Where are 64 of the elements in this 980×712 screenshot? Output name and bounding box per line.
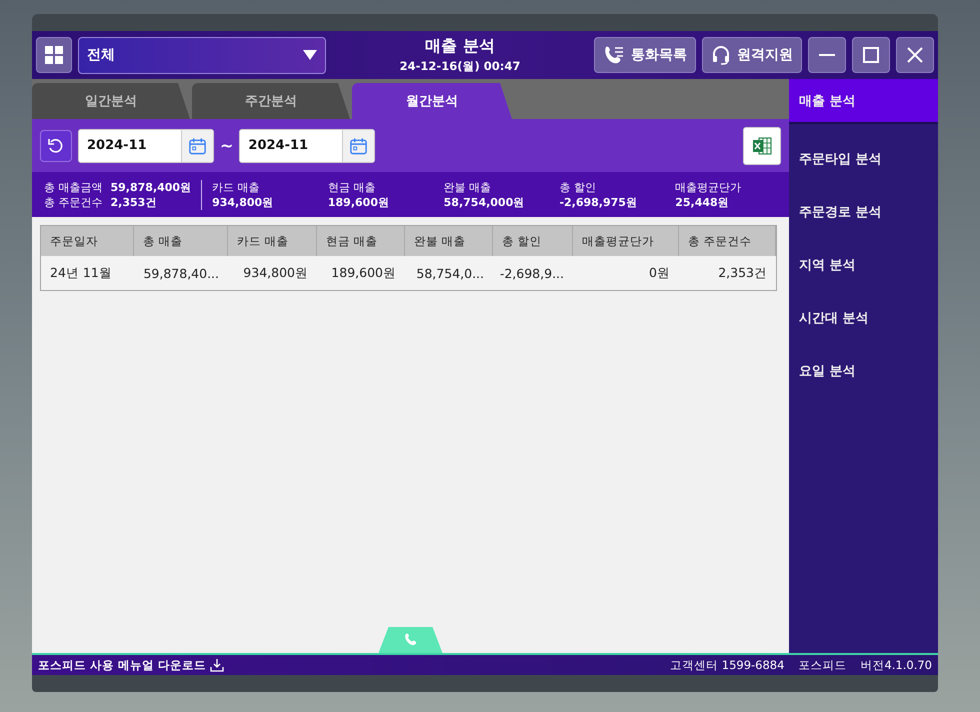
sidebar-item[interactable]: 요일 분석 xyxy=(789,344,938,397)
close-icon xyxy=(907,47,923,63)
end-date-field[interactable]: 2024-11 xyxy=(239,128,376,162)
summary-label: 완불 매출 xyxy=(444,180,492,194)
download-icon xyxy=(210,658,224,672)
sidebar-item[interactable]: 주문타입 분석 xyxy=(789,132,938,185)
menu-grid-button[interactable] xyxy=(36,37,72,73)
table-cell-text: 58,754,0... xyxy=(415,264,485,282)
sidebar-item[interactable]: 시간대 분석 xyxy=(789,291,938,344)
sidebar-item[interactable]: 지역 분석 xyxy=(789,238,938,291)
brand-text: 포스피드 xyxy=(798,658,846,672)
table-cell-text: -2,698,9... xyxy=(498,264,565,282)
summary-value: -2,698,975원 xyxy=(559,194,638,210)
sidebar-item[interactable]: 매출 분석 xyxy=(789,79,938,124)
table-cell-text: 189,600원 xyxy=(330,264,397,282)
range-separator: ~ xyxy=(220,136,234,155)
period-tab[interactable]: 주간분석 xyxy=(192,83,350,119)
version-text: 버전4.1.0.70 xyxy=(860,658,932,672)
summary-value: 934,800원 xyxy=(212,194,274,210)
period-tab[interactable]: 일간분석 xyxy=(32,83,190,119)
summary-label: 현금 매출 xyxy=(328,180,376,194)
start-date-field[interactable]: 2024-11 xyxy=(78,128,214,162)
table-cell-text: 0원 xyxy=(648,264,671,282)
maximize-icon xyxy=(863,47,879,63)
sidebar-item[interactable]: 주문경로 분석 xyxy=(789,185,938,238)
minimize-button[interactable] xyxy=(808,37,846,73)
table-cell-text: 59,878,40... xyxy=(142,264,220,282)
summary-label: 총 매출금액 xyxy=(44,180,102,194)
phone-icon xyxy=(404,633,418,647)
store-select[interactable]: 전체 xyxy=(78,36,326,74)
table-cell-text: 934,800원 xyxy=(242,264,309,282)
summary-value: 25,448원 xyxy=(675,194,730,210)
excel-export-button[interactable] xyxy=(743,126,781,164)
table-cell-text: 24년 11월 xyxy=(49,264,113,282)
calendar-icon xyxy=(349,136,368,156)
summary-label: 카드 매출 xyxy=(212,180,261,194)
summary-value: 189,600원 xyxy=(328,194,390,210)
dropdown-caret-icon xyxy=(303,49,317,61)
grid-icon xyxy=(45,46,63,64)
phone-list-icon xyxy=(603,45,625,65)
call-list-button[interactable]: 통화목록 xyxy=(594,37,696,73)
period-tab[interactable]: 월간분석 xyxy=(352,83,512,119)
remote-support-button[interactable]: 원격지원 xyxy=(702,37,802,73)
spreadsheet-icon xyxy=(751,134,773,156)
maximize-button[interactable] xyxy=(852,37,890,73)
calendar-button[interactable] xyxy=(342,130,374,162)
support-phone-text: 고객센터 1599-6884 xyxy=(670,658,784,672)
summary-value: 59,878,400원 xyxy=(110,180,192,194)
minimize-icon xyxy=(819,54,835,56)
close-button[interactable] xyxy=(896,37,934,73)
calendar-button[interactable] xyxy=(181,130,213,162)
summary-value: 2,353건 xyxy=(110,194,158,210)
manual-download-link[interactable]: 포스피드 사용 메뉴얼 다운로드 xyxy=(38,658,224,672)
summary-value: 58,754,000원 xyxy=(444,194,526,210)
headset-icon xyxy=(711,45,731,65)
refresh-button[interactable] xyxy=(40,130,72,162)
summary-label: 총 할인 xyxy=(559,180,597,194)
window-title: 매출 분석 xyxy=(425,36,495,57)
calendar-icon xyxy=(188,136,207,156)
table-cell-text: 2,353건 xyxy=(717,264,768,282)
summary-label: 매출평균단가 xyxy=(675,180,742,194)
datetime-text: 24-12-16(월) 00:47 xyxy=(400,59,520,74)
refresh-icon xyxy=(47,136,65,154)
summary-label: 총 주문건수 xyxy=(44,194,102,210)
